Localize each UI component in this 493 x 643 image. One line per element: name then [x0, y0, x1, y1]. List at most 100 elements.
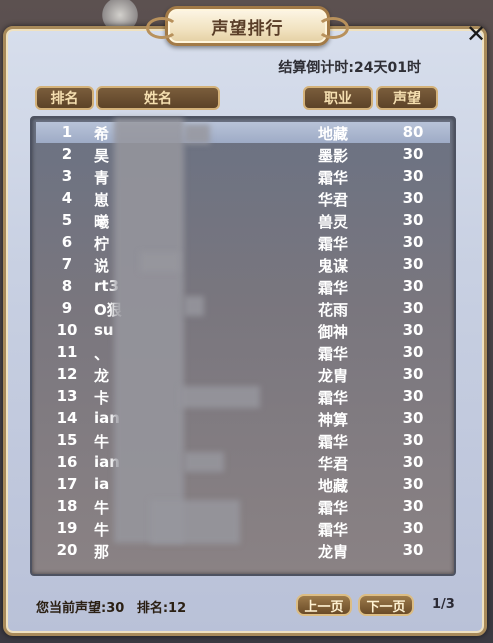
reputation-cell: 30 [402, 145, 424, 163]
close-icon[interactable]: ✕ [463, 22, 489, 46]
rank-cell: 8 [61, 277, 73, 295]
job-cell: 龙胄 [318, 543, 349, 561]
page-indicator: 1/3 [432, 597, 455, 612]
header-name: 姓名 [96, 86, 220, 110]
table-row[interactable]: 4 崽 华君 30 [36, 188, 450, 209]
name-mosaic [140, 252, 180, 272]
header-job: 职业 [303, 86, 373, 110]
reputation-cell: 30 [402, 299, 424, 317]
reputation-cell: 30 [402, 167, 424, 185]
job-cell: 御神 [318, 323, 349, 341]
job-cell: 墨影 [318, 147, 349, 165]
panel-title: 声望排行 [211, 18, 284, 39]
name-mosaic [184, 124, 210, 144]
table-row[interactable]: 12 龙 龙胄 30 [36, 364, 450, 385]
name-cell: su [94, 321, 114, 339]
reputation-cell: 30 [402, 431, 424, 449]
table-row[interactable]: 1 希 地藏 80 [36, 122, 450, 143]
rank-cell: 13 [56, 387, 78, 405]
table-row[interactable]: 2 昊 墨影 30 [36, 144, 450, 165]
table-row[interactable]: 7 说 鬼谋 30 [36, 254, 450, 275]
rank-cell: 10 [56, 321, 78, 339]
header-rank: 排名 [35, 86, 94, 110]
header-reputation: 声望 [376, 86, 438, 110]
reputation-cell: 80 [402, 123, 424, 141]
reputation-cell: 30 [402, 233, 424, 251]
reputation-cell: 30 [402, 365, 424, 383]
name-cell: 希 [94, 125, 110, 143]
table-row[interactable]: 16 ian 华君 30 [36, 452, 450, 473]
name-cell: 卡 [94, 389, 110, 407]
name-cell: 柠 [94, 235, 110, 253]
name-mosaic [184, 296, 204, 316]
reputation-cell: 30 [402, 321, 424, 339]
job-cell: 龙胄 [318, 367, 349, 385]
rank-cell: 15 [56, 431, 78, 449]
rank-cell: 2 [61, 145, 73, 163]
ornament-left-icon [146, 17, 178, 39]
reputation-cell: 30 [402, 497, 424, 515]
name-cell: 龙 [94, 367, 110, 385]
job-cell: 霜华 [318, 279, 349, 297]
reputation-cell: 30 [402, 211, 424, 229]
job-cell: 鬼谋 [318, 257, 349, 275]
prev-page-button[interactable]: 上一页 [296, 594, 352, 616]
rank-cell: 9 [61, 299, 73, 317]
ornament-right-icon [317, 17, 349, 39]
job-cell: 地藏 [318, 125, 349, 143]
reputation-cell: 30 [402, 519, 424, 537]
name-cell: ia [94, 475, 110, 493]
name-mosaic [114, 118, 184, 543]
table-row[interactable]: 10 su 御神 30 [36, 320, 450, 341]
rank-cell: 3 [61, 167, 73, 185]
job-cell: 霜华 [318, 433, 349, 451]
name-mosaic [180, 386, 260, 408]
rank-cell: 16 [56, 453, 78, 471]
table-row[interactable]: 11 、 霜华 30 [36, 342, 450, 363]
table-row[interactable]: 18 牛 霜华 30 [36, 496, 450, 517]
name-cell: 昊 [94, 147, 110, 165]
table-row[interactable]: 17 ia 地藏 30 [36, 474, 450, 495]
table-row[interactable]: 6 柠 霜华 30 [36, 232, 450, 253]
table-row[interactable]: 9 O狠 花雨 30 [36, 298, 450, 319]
table-row[interactable]: 14 ian 神算 30 [36, 408, 450, 429]
table-row[interactable]: 20 那 龙胄 30 [36, 540, 450, 561]
rank-cell: 5 [61, 211, 73, 229]
name-cell: 牛 [94, 433, 110, 451]
job-cell: 霜华 [318, 499, 349, 517]
table-row[interactable]: 5 曦 兽灵 30 [36, 210, 450, 231]
table-row[interactable]: 8 rt3 霜华 30 [36, 276, 450, 297]
rank-cell: 20 [56, 541, 78, 559]
name-cell: 青 [94, 169, 110, 187]
name-mosaic [150, 500, 240, 544]
table-row[interactable]: 15 牛 霜华 30 [36, 430, 450, 451]
rank-cell: 17 [56, 475, 78, 493]
name-cell: 、 [94, 345, 110, 363]
rank-cell: 6 [61, 233, 73, 251]
job-cell: 地藏 [318, 477, 349, 495]
rank-cell: 11 [56, 343, 78, 361]
rank-cell: 7 [61, 255, 73, 273]
rank-cell: 19 [56, 519, 78, 537]
name-cell: 那 [94, 543, 110, 561]
ranking-list[interactable]: 1 希地藏 80 2 昊墨影 30 3 青霜华 30 4 崽华君 30 5 曦兽灵 30 6 柠霜华 30 7 说鬼谋… [30, 116, 456, 576]
rank-cell: 18 [56, 497, 78, 515]
name-cell: 曦 [94, 213, 110, 231]
table-row[interactable]: 19 牛 霜华 30 [36, 518, 450, 539]
footer-status: 您当前声望:30 排名:12 [36, 597, 186, 616]
job-cell: 霜华 [318, 235, 349, 253]
title-plate: 声望排行 [146, 6, 349, 46]
table-row[interactable]: 3 青 霜华 30 [36, 166, 450, 187]
name-cell: 牛 [94, 499, 110, 517]
rank-cell: 14 [56, 409, 78, 427]
reputation-cell: 30 [402, 189, 424, 207]
current-rank: 排名:12 [136, 601, 187, 616]
job-cell: 神算 [318, 411, 349, 429]
job-cell: 兽灵 [318, 213, 349, 231]
next-page-button[interactable]: 下一页 [358, 594, 414, 616]
name-mosaic [184, 452, 224, 472]
job-cell: 霜华 [318, 345, 349, 363]
job-cell: 霜华 [318, 521, 349, 539]
rank-cell: 1 [61, 123, 73, 141]
rank-cell: 12 [56, 365, 78, 383]
